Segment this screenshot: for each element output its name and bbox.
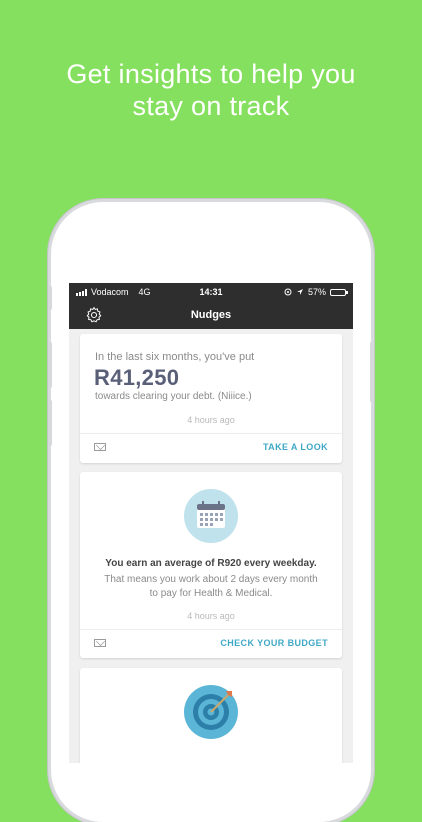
- headline-line2: stay on track: [132, 91, 290, 121]
- card-divider: [80, 629, 342, 630]
- card-body: That means you work about 2 days every m…: [80, 573, 342, 601]
- mail-icon[interactable]: [94, 443, 106, 451]
- card-body-line2: to pay for Health & Medical.: [149, 588, 273, 599]
- nudge-card-goal[interactable]: [80, 668, 342, 763]
- gear-icon[interactable]: [85, 306, 103, 324]
- orientation-lock-icon: [284, 288, 292, 296]
- carrier-name: Vodacom: [91, 287, 129, 297]
- phone-volume-up: [48, 342, 52, 388]
- check-your-budget-button[interactable]: CHECK YOUR BUDGET: [220, 638, 328, 648]
- battery-percent: 57%: [307, 287, 326, 297]
- network-type: 4G: [138, 287, 151, 297]
- nav-bar: Nudges: [69, 301, 353, 329]
- card-sub-text: towards clearing your debt. (Niiice.): [95, 391, 252, 402]
- status-bar: Vodacom 4G 14:31 57%: [69, 283, 353, 301]
- battery-icon: [330, 288, 348, 296]
- nudge-card-debt[interactable]: In the last six months, you've put R41,2…: [80, 334, 342, 463]
- phone-volume-down: [48, 400, 52, 446]
- mail-icon[interactable]: [94, 639, 106, 647]
- phone-screen: Vodacom 4G 14:31 57% Nudges In the last …: [69, 283, 353, 763]
- card-timestamp: 4 hours ago: [187, 611, 235, 621]
- headline-line1: Get insights to help you: [66, 59, 356, 89]
- card-body-line1: That means you work about 2 days every m…: [104, 574, 318, 585]
- signal-icon: [76, 288, 87, 296]
- headline: Get insights to help you stay on track: [0, 58, 422, 122]
- card-amount: R41,250: [94, 365, 180, 390]
- phone-mute-switch: [48, 286, 52, 310]
- card-timestamp: 4 hours ago: [187, 415, 235, 425]
- take-a-look-button[interactable]: TAKE A LOOK: [263, 442, 328, 452]
- phone-power-button: [370, 342, 374, 402]
- card-divider: [80, 433, 342, 434]
- location-icon: [296, 289, 303, 295]
- card-headline: You earn an average of R920 every weekda…: [105, 558, 317, 569]
- nudge-card-earnings[interactable]: You earn an average of R920 every weekda…: [80, 472, 342, 658]
- target-icon: [184, 685, 238, 739]
- page-title: Nudges: [190, 309, 232, 321]
- card-lead-text: In the last six months, you've put: [95, 351, 255, 363]
- calendar-icon: [184, 489, 238, 543]
